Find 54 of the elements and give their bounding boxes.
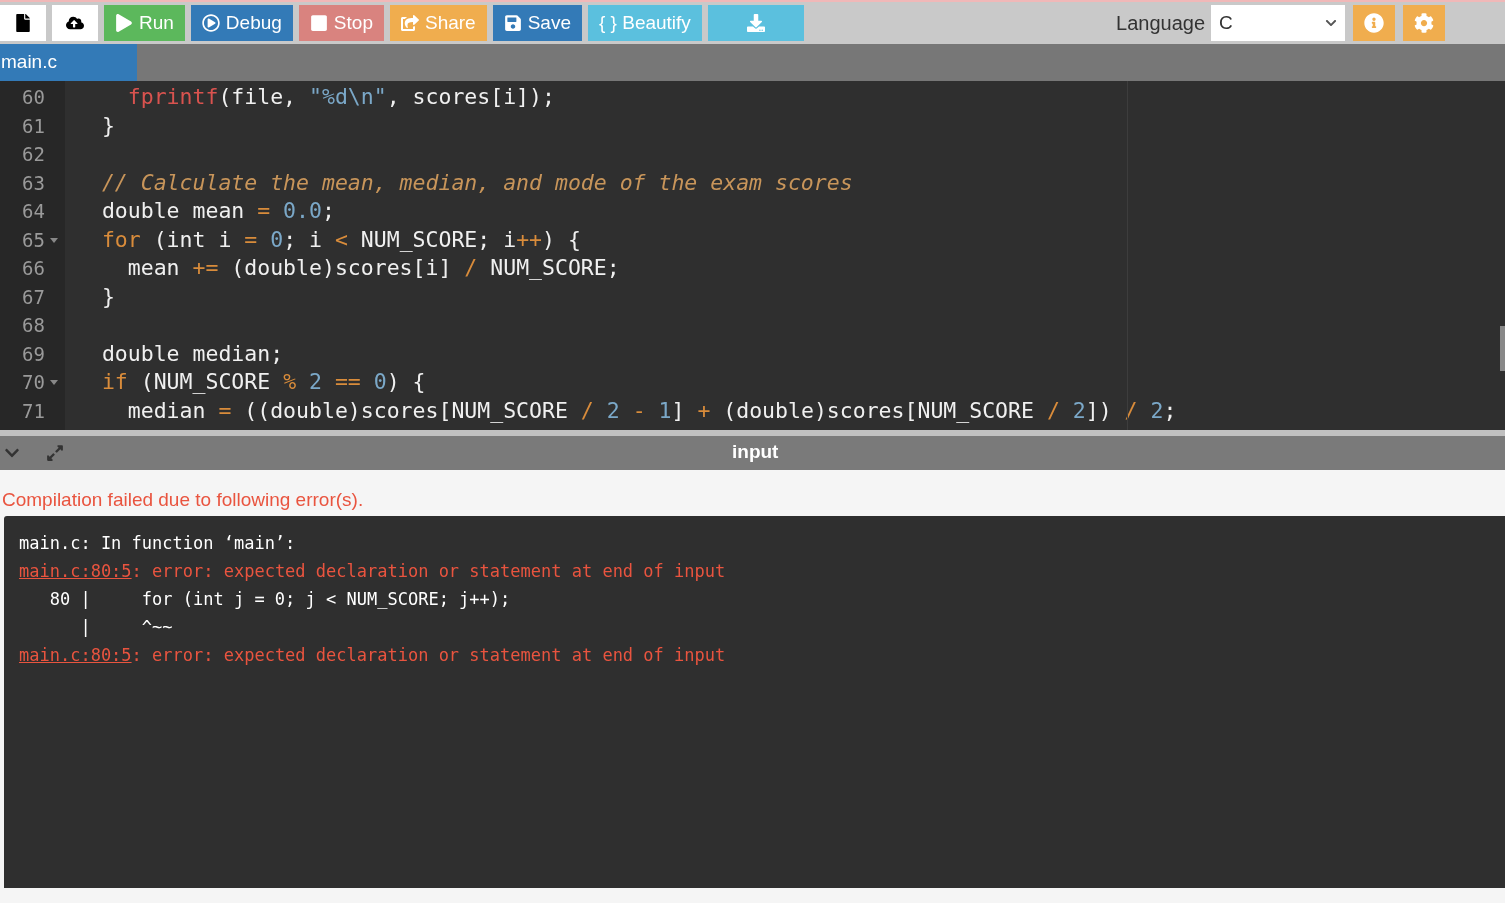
toolbar-button[interactable]: Stop	[298, 5, 384, 41]
language-select[interactable]: C	[1211, 5, 1345, 41]
output-line: main.c: In function ‘main’:	[19, 532, 296, 556]
line-number: 66	[22, 256, 45, 281]
line-number: 67	[22, 284, 45, 310]
line-number: 71	[22, 398, 45, 424]
line-number: 60	[22, 85, 45, 110]
scrollbar[interactable]	[1500, 326, 1505, 371]
output-line: main.c:80:5: error: expected declaration or statement at end of input	[19, 560, 726, 584]
toolbar-button[interactable]: Run	[104, 5, 185, 41]
save-icon	[503, 14, 522, 32]
code-line: double mean = 0.0;	[100, 197, 335, 226]
share-icon	[400, 14, 419, 32]
output-line: 80 | for (int j = 0; j < NUM_SCORE; j++);	[48, 588, 511, 612]
fold-caret-icon[interactable]	[50, 380, 58, 385]
settings-icon	[1414, 13, 1434, 33]
info-icon	[1364, 13, 1384, 33]
panel-title: input	[732, 440, 779, 464]
cloud-upload-button[interactable]	[52, 5, 98, 41]
line-number: 61	[22, 113, 45, 139]
output-line: main.c:80:5: error: expected declaration or statement at end of input	[19, 644, 726, 668]
code-line: if (NUM_SCORE % 2 == 0) {	[100, 368, 426, 397]
line-number: 68	[22, 313, 45, 338]
code-line: double median;	[100, 339, 284, 368]
fold-caret-icon[interactable]	[50, 237, 58, 243]
line-number: 69	[22, 341, 45, 367]
code-line: fprintf(file, "%d\n", scores[i]);	[126, 83, 555, 112]
file-icon	[14, 14, 32, 32]
file-button[interactable]	[0, 5, 46, 41]
code-line: mean += (double)scores[i] / NUM_SCORE;	[126, 254, 620, 283]
code-line: for (int i = 0; i < NUM_SCORE; i++) {	[100, 225, 581, 254]
download-icon	[746, 14, 765, 32]
play-icon	[115, 14, 133, 32]
language-label: Language	[1116, 11, 1205, 36]
line-number: 63	[22, 170, 45, 196]
line-number: 70	[22, 370, 45, 395]
info-button[interactable]	[1353, 5, 1395, 41]
status-message: Compilation failed due to following error(s).	[2, 489, 364, 510]
cloud-upload-icon	[66, 14, 84, 32]
line-number: 65	[22, 227, 45, 253]
stop-icon	[309, 14, 328, 32]
settings-button[interactable]	[1403, 5, 1445, 41]
chevron-down-icon	[1325, 17, 1337, 29]
toolbar-button[interactable]: Save	[492, 5, 582, 41]
expand-icon[interactable]	[46, 444, 64, 462]
output-line: | ^~~	[79, 616, 173, 640]
line-number: 64	[22, 199, 45, 224]
code-line: // Calculate the mean, median, and mode of the exam scores	[100, 168, 853, 197]
file-tab[interactable]: main.c	[0, 44, 137, 81]
code-line: }	[100, 282, 115, 311]
line-number: 62	[22, 142, 45, 167]
code-line: }	[100, 111, 115, 140]
download-button[interactable]	[707, 5, 804, 41]
toolbar-button[interactable]: Debug	[190, 5, 293, 41]
